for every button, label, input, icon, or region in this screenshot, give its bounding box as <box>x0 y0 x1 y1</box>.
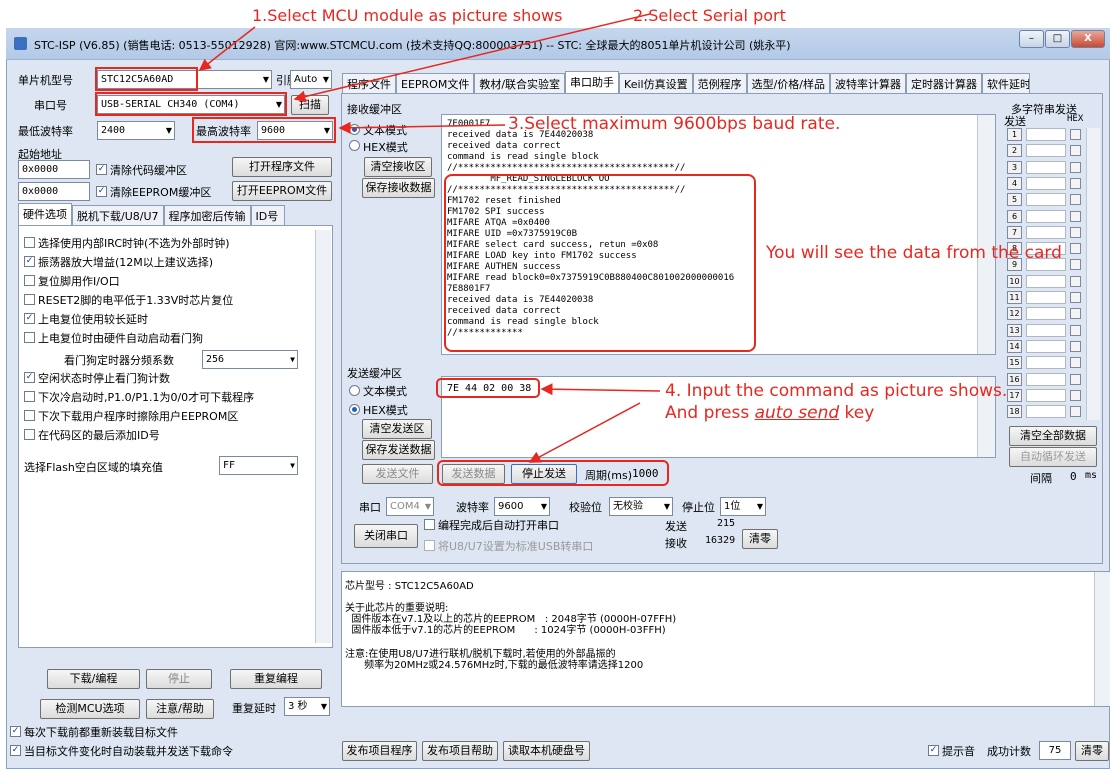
annotation-auto-send-a: And press <box>665 403 755 423</box>
annotation-auto-send-b: auto send <box>754 403 840 423</box>
annotation-baud: 3.Select maximum 9600bps baud rate. <box>508 114 841 134</box>
arrow-command <box>540 383 661 396</box>
arrow-baud <box>338 121 506 134</box>
annotation-card-data: You will see the data from the card <box>766 243 1062 263</box>
arrow-auto-send <box>528 402 641 463</box>
annotation-auto-send: And press auto send key <box>665 403 874 423</box>
annotation-auto-send-c: key <box>839 403 875 423</box>
arrow-port <box>293 13 651 103</box>
arrow-mcu <box>198 26 256 71</box>
annotation-command: 4. Input the command as picture shows. <box>665 381 1008 401</box>
